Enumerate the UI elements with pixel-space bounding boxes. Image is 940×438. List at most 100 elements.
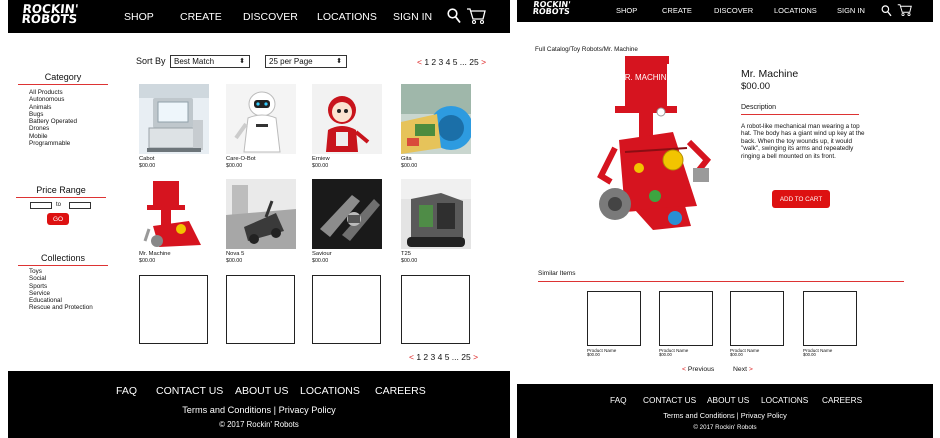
product-image-nova-5 <box>226 179 296 249</box>
product-card[interactable]: T25 $00.00 <box>401 179 473 264</box>
similar-item-price: $00.00 <box>730 352 743 357</box>
breadcrumb[interactable]: Full Catalog/Toy Robots/Mr. Machine <box>535 46 638 53</box>
product-card[interactable]: Erniew $00.00 <box>312 84 384 169</box>
pager-next-arrow[interactable]: > <box>481 57 486 67</box>
footer-faq[interactable]: FAQ <box>116 385 137 397</box>
category-item[interactable]: Animals <box>29 104 77 111</box>
nav-create[interactable]: CREATE <box>180 11 222 23</box>
product-card[interactable]: Care-O-Bot $00.00 <box>226 84 298 169</box>
product-image-mr-machine <box>139 179 209 249</box>
pagination-top: < 1 2 3 4 5 ... 25 > <box>417 57 486 67</box>
product-placeholder[interactable] <box>226 275 295 344</box>
product-card[interactable]: Nova 5 $00.00 <box>226 179 298 264</box>
collection-item[interactable]: Toys <box>29 268 93 275</box>
per-page-select[interactable]: 25 per Page ⬍ <box>265 55 347 68</box>
collection-item[interactable]: Service <box>29 290 93 297</box>
collection-item[interactable]: Sports <box>29 283 93 290</box>
category-item[interactable]: Mobile <box>29 133 77 140</box>
similar-item-card[interactable]: Product Name $00.00 <box>730 291 785 358</box>
add-to-cart-button[interactable]: ADD TO CART <box>772 190 830 208</box>
footer-locations[interactable]: LOCATIONS <box>761 395 808 405</box>
product-title: Mr. Machine <box>741 68 799 80</box>
cart-icon[interactable] <box>897 3 912 22</box>
nav-discover[interactable]: DISCOVER <box>714 6 753 15</box>
cart-icon[interactable] <box>466 7 486 30</box>
product-card[interactable]: Cabot $00.00 <box>139 84 211 169</box>
logo-line-2: ROBOTS <box>20 11 78 26</box>
privacy-link[interactable]: Privacy Policy <box>279 405 336 415</box>
similar-item-card[interactable]: Product Name $00.00 <box>659 291 714 358</box>
category-heading: Category <box>18 72 108 85</box>
footer-contact-us[interactable]: CONTACT US <box>643 395 696 405</box>
similar-previous-link[interactable]: < Previous <box>682 366 714 373</box>
select-caret-icon: ⬍ <box>239 58 245 65</box>
footer-legal-links: Terms and Conditions | Privacy Policy <box>8 405 510 415</box>
nav-create[interactable]: CREATE <box>662 6 692 15</box>
pager-prev-arrow[interactable]: < <box>417 57 422 67</box>
similar-item-card[interactable]: Product Name $00.00 <box>587 291 642 358</box>
nav-locations[interactable]: LOCATIONS <box>317 11 377 23</box>
pager-pages[interactable]: 1 2 3 4 5 ... 25 <box>416 352 470 362</box>
price-max-input[interactable] <box>69 202 91 209</box>
pagination-bottom: < 1 2 3 4 5 ... 25 > <box>409 352 478 362</box>
product-price: $00.00 <box>139 162 156 169</box>
similar-next-link[interactable]: Next > <box>733 366 753 373</box>
category-item[interactable]: Battery Operated <box>29 118 77 125</box>
similar-item-card[interactable]: Product Name $00.00 <box>803 291 858 358</box>
category-item[interactable]: Bugs <box>29 111 77 118</box>
footer-faq[interactable]: FAQ <box>610 395 627 405</box>
collections-heading: Collections <box>18 253 108 266</box>
category-item[interactable]: Programmable <box>29 140 77 147</box>
category-item[interactable]: Autonomous <box>29 96 77 103</box>
footer-separator: | <box>736 411 739 420</box>
nav-sign-in[interactable]: SIGN IN <box>393 11 432 23</box>
product-image-erniew <box>312 84 382 154</box>
nav-discover[interactable]: DISCOVER <box>243 11 298 23</box>
product-placeholder[interactable] <box>401 275 470 344</box>
product-placeholder[interactable] <box>139 275 208 344</box>
terms-link[interactable]: Terms and Conditions <box>182 405 271 415</box>
footer-careers[interactable]: CAREERS <box>375 385 426 397</box>
footer-careers[interactable]: CAREERS <box>822 395 862 405</box>
logo-line-2: ROBOTS <box>532 6 571 16</box>
footer-contact-us[interactable]: CONTACT US <box>156 385 223 397</box>
nav-sign-in[interactable]: SIGN IN <box>837 6 865 15</box>
logo[interactable]: ROCKIN' ROBOTS <box>20 2 79 26</box>
terms-link[interactable]: Terms and Conditions <box>663 411 734 420</box>
footer-locations[interactable]: LOCATIONS <box>300 385 360 397</box>
price-go-button[interactable]: GO <box>47 213 69 225</box>
previous-arrow-icon: < <box>682 366 686 373</box>
per-page-value: 25 per Page <box>269 57 313 66</box>
pager-next-arrow[interactable]: > <box>473 352 478 362</box>
product-price: $00.00 <box>741 81 771 92</box>
nav-locations[interactable]: LOCATIONS <box>774 6 817 15</box>
sort-select-value: Best Match <box>174 57 215 66</box>
site-footer: FAQ CONTACT US ABOUT US LOCATIONS CAREER… <box>8 371 510 438</box>
product-placeholder[interactable] <box>312 275 381 344</box>
product-price: $00.00 <box>312 257 329 264</box>
product-card[interactable]: Saviour $00.00 <box>312 179 384 264</box>
product-description: A robot-like mechanical man wearing a to… <box>741 123 865 160</box>
product-card[interactable]: Mr. Machine $00.00 <box>139 179 211 264</box>
nav-shop[interactable]: SHOP <box>124 11 154 23</box>
collection-item[interactable]: Social <box>29 275 93 282</box>
product-image-care-o-bot <box>226 84 296 154</box>
category-item[interactable]: Drones <box>29 125 77 132</box>
collection-item[interactable]: Educational <box>29 297 93 304</box>
product-card[interactable]: Gita $00.00 <box>401 84 473 169</box>
collection-item[interactable]: Rescue and Protection <box>29 304 93 311</box>
footer-about-us[interactable]: ABOUT US <box>235 385 288 397</box>
search-icon[interactable] <box>447 8 461 29</box>
similar-item-image <box>587 291 641 346</box>
sort-select[interactable]: Best Match ⬍ <box>170 55 250 68</box>
pager-pages[interactable]: 1 2 3 4 5 ... 25 <box>424 57 478 67</box>
privacy-link[interactable]: Privacy Policy <box>741 411 787 420</box>
logo[interactable]: ROCKIN' ROBOTS <box>532 0 571 16</box>
footer-about-us[interactable]: ABOUT US <box>707 395 749 405</box>
price-range-heading: Price Range <box>16 185 106 198</box>
nav-shop[interactable]: SHOP <box>616 6 637 15</box>
pager-prev-arrow[interactable]: < <box>409 352 414 362</box>
search-icon[interactable] <box>881 4 892 22</box>
category-item[interactable]: All Products <box>29 89 77 96</box>
price-min-input[interactable] <box>30 202 52 209</box>
